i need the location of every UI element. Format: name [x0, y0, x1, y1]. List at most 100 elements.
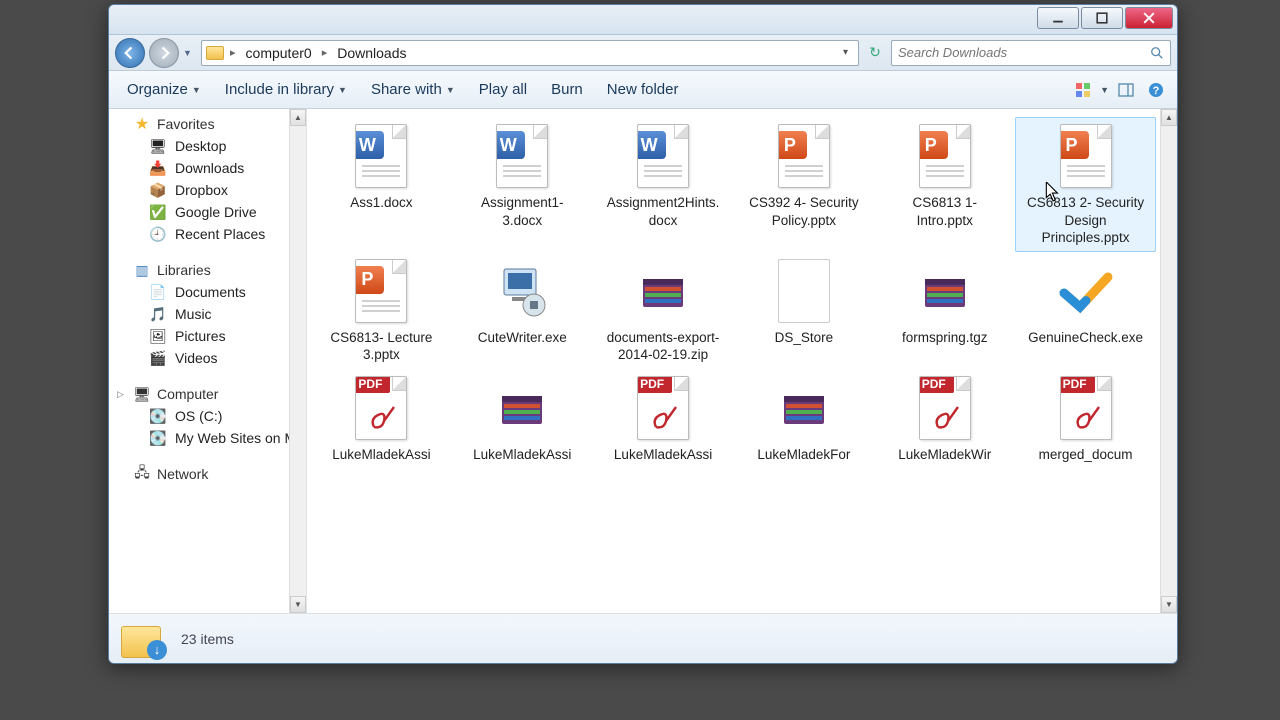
archive-icon — [780, 388, 828, 428]
file-name: CuteWriter.exe — [478, 329, 567, 347]
nav-item[interactable]: 🕘Recent Places — [109, 223, 306, 245]
nav-item[interactable]: 🖼Pictures — [109, 325, 306, 347]
nav-item[interactable]: 📄Documents — [109, 281, 306, 303]
nav-item-icon: 🕘 — [149, 226, 167, 242]
content-pane: W Ass1.docx W Assignment1-3.docx W Assig… — [307, 109, 1177, 613]
archive-icon — [639, 271, 687, 311]
nav-item-icon: 🖥 — [149, 138, 167, 154]
search-box[interactable] — [891, 40, 1171, 66]
file-name: CS6813 2- Security Design Principles.ppt… — [1026, 194, 1146, 247]
ppt-icon: P — [919, 131, 948, 159]
file-item[interactable]: documents-export-2014-02-19.zip — [593, 252, 734, 369]
archive-icon — [498, 388, 546, 428]
scroll-down-button[interactable]: ▼ — [290, 596, 306, 613]
history-dropdown[interactable]: ▼ — [183, 48, 197, 58]
nav-item[interactable]: 🎵Music — [109, 303, 306, 325]
scroll-up-button[interactable]: ▲ — [1161, 109, 1177, 126]
include-library-button[interactable]: Include in library▼ — [215, 77, 357, 102]
new-folder-button[interactable]: New folder — [597, 77, 689, 102]
file-item[interactable]: PDF LukeMladekAssi — [311, 369, 452, 469]
preview-pane-button[interactable] — [1113, 77, 1139, 103]
file-item[interactable]: W Ass1.docx — [311, 117, 452, 252]
breadcrumb-segment[interactable]: computer0 — [242, 45, 316, 61]
forward-button[interactable] — [149, 38, 179, 68]
scroll-down-button[interactable]: ▼ — [1161, 596, 1177, 613]
pdf-icon: PDF — [919, 376, 954, 393]
file-name: Assignment1-3.docx — [462, 194, 582, 229]
toolbar: Organize▼ Include in library▼ Share with… — [109, 71, 1177, 109]
file-item[interactable]: P CS6813 1- Intro.pptx — [874, 117, 1015, 252]
nav-item[interactable]: 🖥Desktop — [109, 135, 306, 157]
file-item[interactable]: PDF LukeMladekAssi — [593, 369, 734, 469]
chevron-right-icon: ▸ — [230, 46, 236, 59]
file-name: Ass1.docx — [350, 194, 412, 212]
nav-item-icon: 🎬 — [149, 350, 167, 366]
file-item[interactable]: W Assignment2Hints.docx — [593, 117, 734, 252]
status-bar: ↓ 23 items — [109, 613, 1177, 663]
word-icon: W — [637, 131, 666, 159]
libraries-icon: ▥ — [133, 262, 151, 278]
file-name: LukeMladekFor — [757, 446, 850, 464]
downloads-folder-icon: ↓ — [121, 620, 165, 658]
back-button[interactable] — [115, 38, 145, 68]
file-item[interactable]: formspring.tgz — [874, 252, 1015, 369]
help-button[interactable]: ? — [1143, 77, 1169, 103]
breadcrumb-segment[interactable]: Downloads — [333, 45, 410, 61]
address-bar[interactable]: ▸ computer0 ▸ Downloads ▾ — [201, 40, 859, 66]
word-icon: W — [496, 131, 525, 159]
file-item[interactable]: CuteWriter.exe — [452, 252, 593, 369]
close-button[interactable] — [1125, 7, 1173, 29]
nav-item[interactable]: 💽OS (C:) — [109, 405, 306, 427]
explorer-window: ▼ ▸ computer0 ▸ Downloads ▾ ↻ Organize▼ … — [108, 4, 1178, 664]
file-item[interactable]: P CS6813- Lecture 3.pptx — [311, 252, 452, 369]
ppt-icon: P — [1060, 131, 1089, 159]
nav-item[interactable]: 💽My Web Sites on MSN — [109, 427, 306, 449]
word-icon: W — [355, 131, 384, 159]
burn-button[interactable]: Burn — [541, 77, 593, 102]
nav-item[interactable]: 📦Dropbox — [109, 179, 306, 201]
svg-text:?: ? — [1153, 85, 1160, 97]
organize-button[interactable]: Organize▼ — [117, 77, 211, 102]
minimize-button[interactable] — [1037, 7, 1079, 29]
nav-network-header[interactable]: 🖧Network — [109, 463, 306, 485]
navigation-pane: ★Favorites 🖥Desktop📥Downloads📦Dropbox✅Go… — [109, 109, 307, 613]
file-item[interactable]: LukeMladekAssi — [452, 369, 593, 469]
chevron-right-icon: ▸ — [322, 46, 328, 59]
nav-favorites-header[interactable]: ★Favorites — [109, 113, 306, 135]
titlebar — [109, 5, 1177, 35]
scroll-up-button[interactable]: ▲ — [290, 109, 306, 126]
nav-item[interactable]: 🎬Videos — [109, 347, 306, 369]
network-icon: 🖧 — [133, 466, 151, 482]
nav-item[interactable]: ✅Google Drive — [109, 201, 306, 223]
file-item[interactable]: P CS6813 2- Security Design Principles.p… — [1015, 117, 1156, 252]
content-scrollbar[interactable]: ▲ ▼ — [1160, 109, 1177, 613]
nav-libraries-header[interactable]: ▥Libraries — [109, 259, 306, 281]
file-item[interactable]: LukeMladekFor — [733, 369, 874, 469]
file-item[interactable]: DS_Store — [733, 252, 874, 369]
nav-item-icon: 📄 — [149, 284, 167, 300]
installer-icon — [494, 263, 550, 319]
file-item[interactable]: W Assignment1-3.docx — [452, 117, 593, 252]
nav-computer-header[interactable]: ▷🖥Computer — [109, 383, 306, 405]
view-dropdown[interactable]: ▼ — [1100, 85, 1109, 95]
view-options-button[interactable] — [1070, 77, 1096, 103]
refresh-button[interactable]: ↻ — [863, 44, 887, 61]
file-item[interactable]: PDF merged_docum — [1015, 369, 1156, 469]
play-all-button[interactable]: Play all — [469, 77, 537, 102]
file-name: GenuineCheck.exe — [1028, 329, 1143, 347]
file-item[interactable]: PDF LukeMladekWir — [874, 369, 1015, 469]
file-item[interactable]: P CS392 4- Security Policy.pptx — [733, 117, 874, 252]
address-dropdown[interactable]: ▾ — [837, 47, 854, 58]
computer-icon: 🖥 — [133, 386, 151, 402]
share-with-button[interactable]: Share with▼ — [361, 77, 465, 102]
file-name: LukeMladekAssi — [614, 446, 712, 464]
maximize-button[interactable] — [1081, 7, 1123, 29]
pdf-icon: PDF — [1060, 376, 1095, 393]
file-item[interactable]: GenuineCheck.exe — [1015, 252, 1156, 369]
file-name: CS6813 1- Intro.pptx — [885, 194, 1005, 229]
archive-icon — [921, 271, 969, 311]
nav-scrollbar[interactable]: ▲ ▼ — [289, 109, 306, 613]
search-input[interactable] — [898, 45, 1150, 60]
genuine-check-icon — [1058, 263, 1114, 319]
nav-item[interactable]: 📥Downloads — [109, 157, 306, 179]
